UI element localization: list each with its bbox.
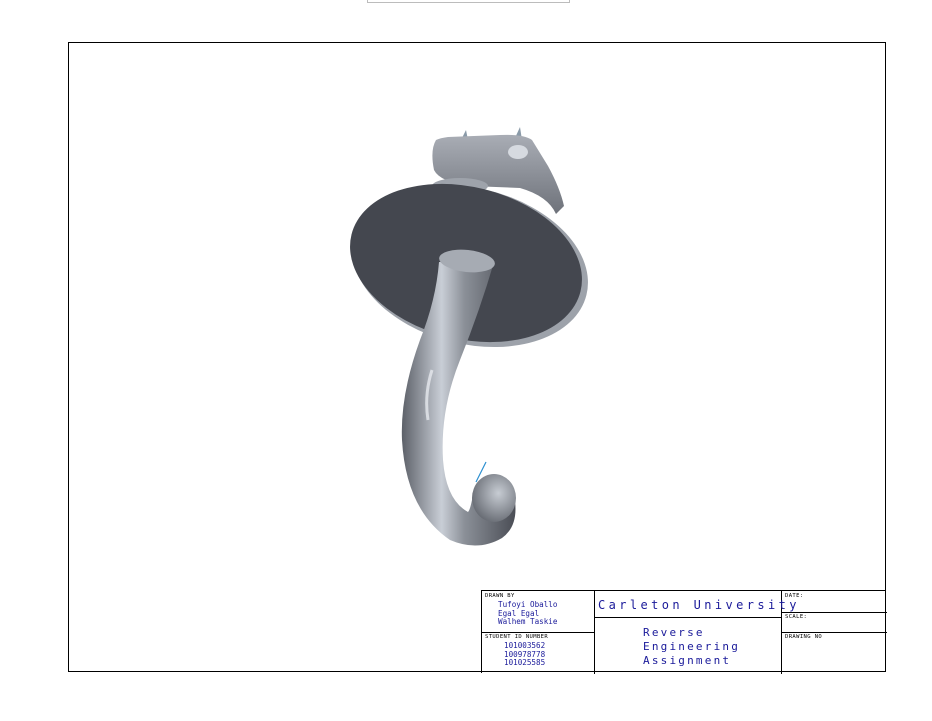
date-label: DATE: [785,593,804,599]
university-name: Carleton University [598,598,800,612]
drawn-by-label: DRAWN BY [485,593,515,599]
project-title-line: Engineering [643,640,741,653]
student-id: 101025585 [504,658,546,667]
drawing-no-label: DRAWING NO [785,634,823,640]
drawn-by-name: Walhem Taskie [498,617,558,626]
project-title-line: Assignment [643,654,732,667]
title-block: DRAWN BY Tufoyi Oballo Egal Egal Walhem … [481,590,887,674]
drawn-by-names: Tufoyi Oballo Egal Egal Walhem Taskie [498,600,558,627]
scale-label: SCALE: [785,614,808,620]
project-title-line: Reverse [643,626,705,639]
project-title: Reverse Engineering Assignment [643,626,740,668]
student-id-label: STUDENT ID NUMBER [485,634,549,640]
student-id-list: 101003562 100978778 101025585 [504,641,546,668]
